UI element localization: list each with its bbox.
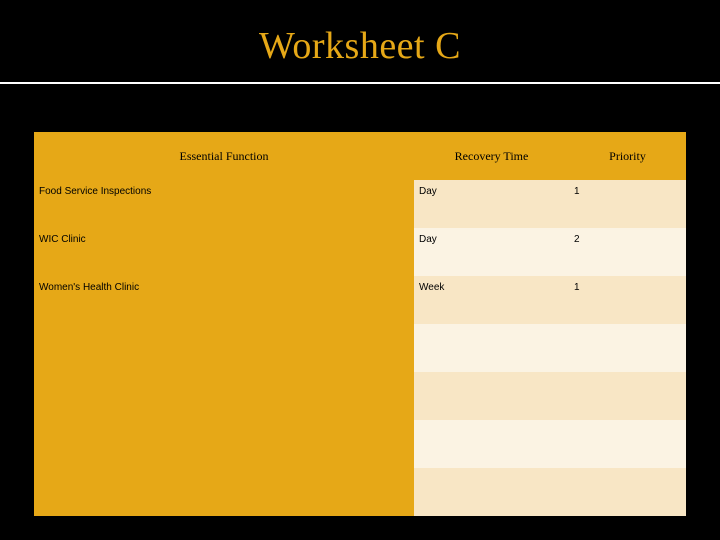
header-priority: Priority <box>569 132 686 180</box>
cell-function: Women's Health Clinic <box>34 276 414 324</box>
table-row <box>34 324 686 372</box>
cell-priority <box>569 372 686 420</box>
cell-function <box>34 420 414 468</box>
title-divider <box>0 82 720 84</box>
cell-priority: 1 <box>569 276 686 324</box>
cell-time: Day <box>414 180 569 228</box>
cell-time: Week <box>414 276 569 324</box>
cell-function <box>34 372 414 420</box>
table-row <box>34 420 686 468</box>
cell-priority <box>569 468 686 516</box>
page-title: Worksheet C <box>0 0 720 68</box>
table-row <box>34 468 686 516</box>
worksheet-table-container: Essential Function Recovery Time Priorit… <box>34 132 686 516</box>
cell-function <box>34 324 414 372</box>
cell-time <box>414 420 569 468</box>
cell-time <box>414 468 569 516</box>
header-recovery-time: Recovery Time <box>414 132 569 180</box>
cell-time <box>414 372 569 420</box>
cell-time: Day <box>414 228 569 276</box>
table-row: WIC Clinic Day 2 <box>34 228 686 276</box>
cell-function: WIC Clinic <box>34 228 414 276</box>
cell-time <box>414 324 569 372</box>
cell-function <box>34 468 414 516</box>
table-row: Food Service Inspections Day 1 <box>34 180 686 228</box>
table-row <box>34 372 686 420</box>
table-row: Women's Health Clinic Week 1 <box>34 276 686 324</box>
cell-function: Food Service Inspections <box>34 180 414 228</box>
cell-priority <box>569 420 686 468</box>
worksheet-table: Essential Function Recovery Time Priorit… <box>34 132 686 516</box>
table-header-row: Essential Function Recovery Time Priorit… <box>34 132 686 180</box>
header-essential-function: Essential Function <box>34 132 414 180</box>
cell-priority: 1 <box>569 180 686 228</box>
cell-priority <box>569 324 686 372</box>
cell-priority: 2 <box>569 228 686 276</box>
